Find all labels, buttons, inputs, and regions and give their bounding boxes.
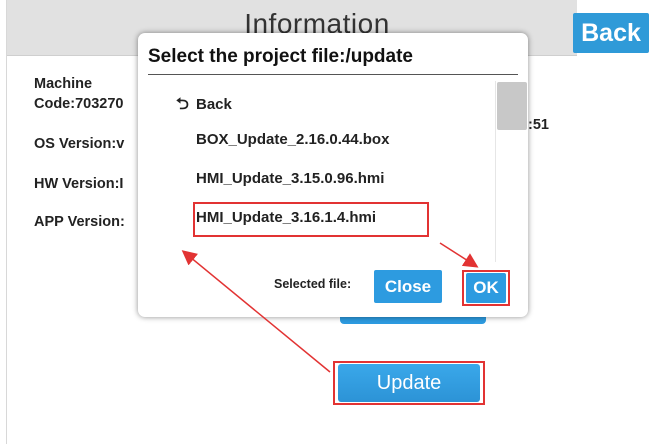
close-button[interactable]: Close: [374, 270, 442, 303]
file-item-hmi-update-3-16[interactable]: HMI_Update_3.16.1.4.hmi: [196, 209, 376, 226]
app-version-label: APP Version:: [34, 214, 125, 230]
dialog-title: Select the project file:/update: [148, 46, 518, 75]
file-list-back-label: Back: [196, 96, 232, 113]
selected-file-label: Selected file:: [274, 277, 352, 291]
hw-version-label: HW Version:I: [34, 176, 124, 192]
os-version-label: OS Version:v: [34, 136, 125, 152]
back-button[interactable]: Back: [573, 13, 649, 53]
scrollbar-thumb[interactable]: [497, 82, 527, 130]
time-fragment: :51: [528, 117, 549, 133]
file-item-hmi-update-3-15[interactable]: HMI_Update_3.15.0.96.hmi: [196, 170, 384, 187]
machine-code-value: Code:703270: [34, 96, 124, 112]
machine-code-label-line1: Machine: [34, 76, 93, 92]
file-list-back-item[interactable]: ⮌ Back: [176, 93, 232, 120]
back-arrow-icon: ⮌: [176, 96, 189, 113]
ok-button[interactable]: OK: [466, 273, 506, 303]
file-item-box-update[interactable]: BOX_Update_2.16.0.44.box: [196, 131, 389, 148]
select-project-file-dialog: Select the project file:/update ⮌ Back BO…: [138, 33, 529, 317]
update-button[interactable]: Update: [338, 364, 480, 402]
